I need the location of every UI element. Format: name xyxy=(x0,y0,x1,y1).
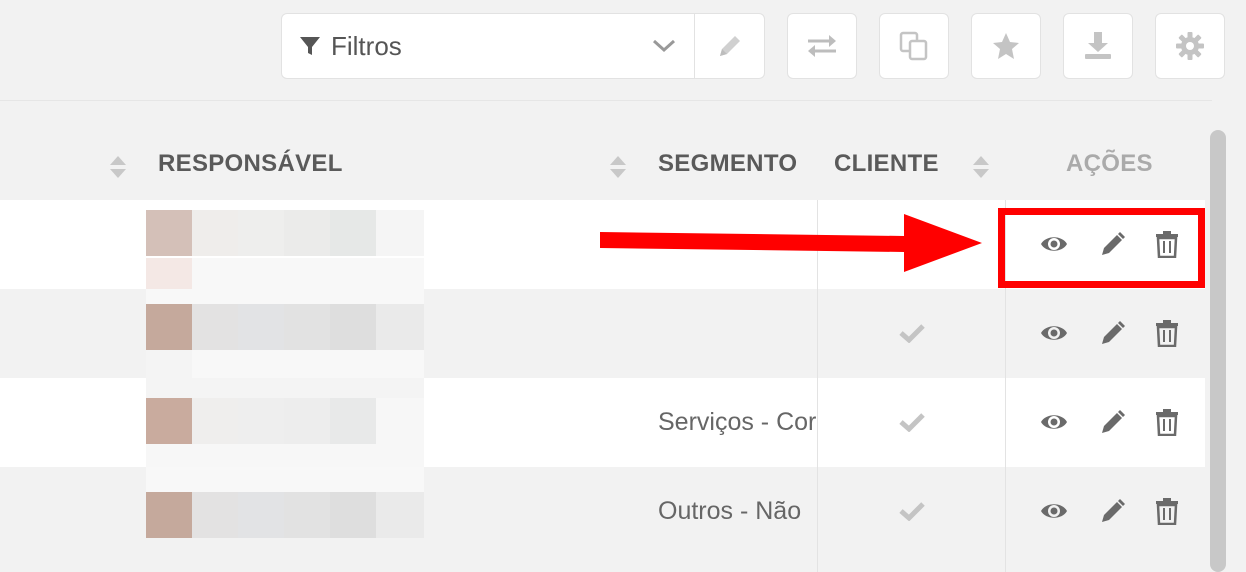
download-button[interactable] xyxy=(1063,13,1133,79)
pencil-icon[interactable] xyxy=(1099,319,1125,347)
table-row xyxy=(0,289,1205,378)
header-responsavel[interactable]: RESPONSÁVEL xyxy=(158,150,343,178)
gear-icon xyxy=(1176,32,1204,60)
segment-cell: Outros - Não xyxy=(658,497,802,525)
redacted-name xyxy=(146,210,424,256)
redacted-name xyxy=(146,398,424,444)
segment-cell: Serviços - Cor xyxy=(658,408,817,436)
vertical-scrollbar[interactable] xyxy=(1210,130,1226,572)
check-icon xyxy=(899,413,925,432)
pencil-icon[interactable] xyxy=(1099,497,1125,525)
header-cliente[interactable]: CLIENTE xyxy=(834,150,939,178)
favorite-button[interactable] xyxy=(971,13,1041,79)
copy-button[interactable] xyxy=(879,13,949,79)
table-header: RESPONSÁVEL SEGMENTO CLIENTE AÇÕES xyxy=(0,128,1205,200)
eye-icon[interactable] xyxy=(1040,497,1068,525)
check-icon xyxy=(899,324,925,343)
eye-icon[interactable] xyxy=(1040,408,1068,436)
table-row: Serviços - Cor xyxy=(0,378,1205,467)
toolbar: Filtros xyxy=(0,0,1246,100)
filter-label: Filtros xyxy=(331,30,402,61)
header-segmento[interactable]: SEGMENTO xyxy=(658,150,797,178)
redacted-name xyxy=(146,467,424,492)
download-icon xyxy=(1085,32,1111,59)
edit-filter-button[interactable] xyxy=(695,14,764,78)
filter-dropdown[interactable]: Filtros xyxy=(282,14,696,78)
copy-icon xyxy=(899,31,928,61)
redacted-name xyxy=(146,492,424,538)
check-icon xyxy=(899,502,925,521)
eye-icon[interactable] xyxy=(1040,319,1068,347)
sort-icon[interactable] xyxy=(609,154,627,180)
sort-icon[interactable] xyxy=(972,154,990,180)
annotation-highlight-box xyxy=(998,208,1205,288)
toolbar-divider xyxy=(0,100,1212,101)
trash-icon[interactable] xyxy=(1155,408,1179,436)
redacted-name xyxy=(146,304,424,350)
redacted-name xyxy=(146,350,424,378)
chevron-down-icon xyxy=(653,39,676,53)
filter-group: Filtros xyxy=(281,13,765,79)
sort-icon[interactable] xyxy=(109,154,127,180)
redacted-name xyxy=(146,378,424,398)
redacted-name xyxy=(146,289,424,304)
trash-icon[interactable] xyxy=(1155,497,1179,525)
swap-button[interactable] xyxy=(787,13,857,79)
star-icon xyxy=(993,33,1019,59)
table-row: Outros - Não xyxy=(0,467,1205,556)
settings-button[interactable] xyxy=(1155,13,1225,79)
pencil-icon xyxy=(719,36,740,56)
header-acoes: AÇÕES xyxy=(1066,150,1153,177)
redacted-name xyxy=(146,258,424,289)
filter-icon xyxy=(300,37,320,55)
redacted-name xyxy=(146,444,424,467)
swap-icon xyxy=(808,35,836,57)
trash-icon[interactable] xyxy=(1155,319,1179,347)
annotation-arrow xyxy=(600,214,982,272)
pencil-icon[interactable] xyxy=(1099,408,1125,436)
